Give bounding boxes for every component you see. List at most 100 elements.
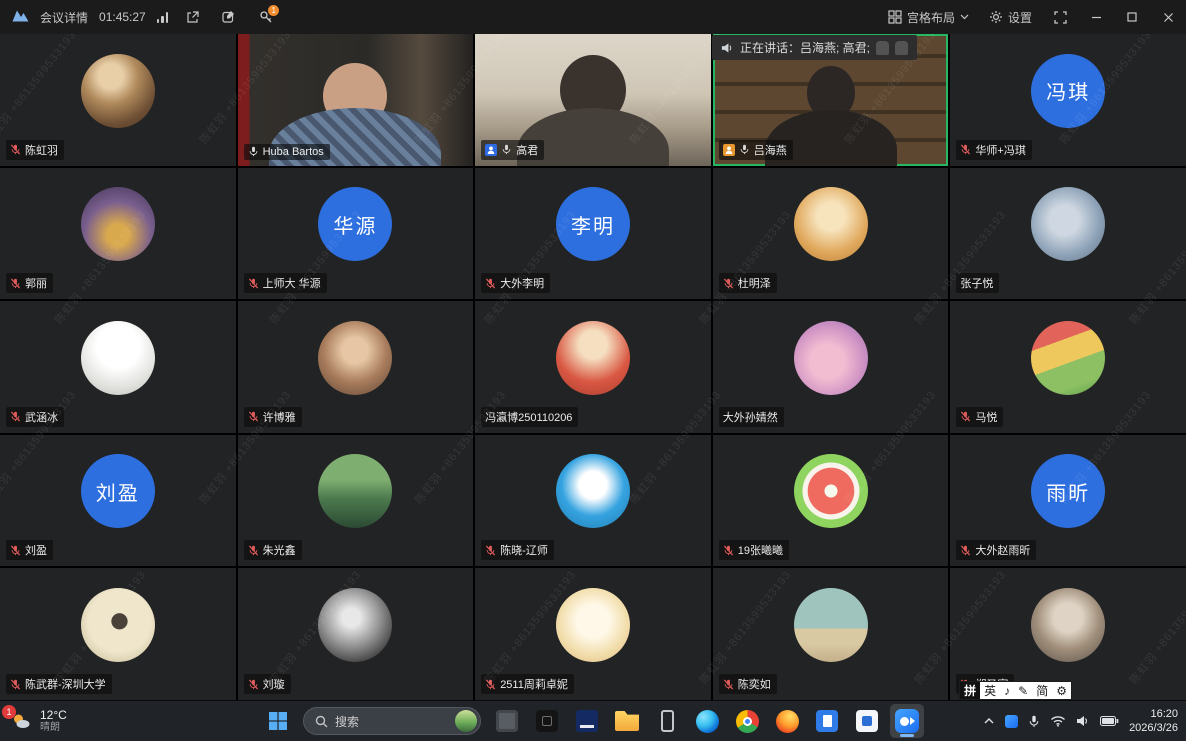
participant-tile[interactable]: 郭丽 xyxy=(0,168,236,300)
start-button[interactable] xyxy=(262,705,294,737)
windows-logo-icon xyxy=(268,711,288,731)
role-badge-icon xyxy=(723,144,735,156)
participant-tile[interactable]: 陈武群-深圳大学 xyxy=(0,568,236,700)
tray-meeting-icon[interactable] xyxy=(1005,715,1018,728)
meeting-details-button[interactable]: 会议详情 xyxy=(40,0,88,34)
participant-name: Huba Bartos xyxy=(263,146,324,158)
weather-widget[interactable]: 1 12°C 晴朗 xyxy=(10,708,67,734)
clock-date: 2026/3/26 xyxy=(1129,721,1178,735)
taskbar-app-notes-app[interactable] xyxy=(530,704,564,738)
security-key-icon[interactable]: 1 xyxy=(253,0,279,34)
participant-tile[interactable]: 2511周莉卓妮 xyxy=(475,568,711,700)
taskbar-app-phone-link[interactable] xyxy=(650,704,684,738)
settings-button[interactable]: 设置 xyxy=(979,0,1042,34)
mic-icon xyxy=(248,411,259,422)
participant-tile[interactable]: 雨昕大外赵雨昕 xyxy=(950,435,1186,567)
mic-icon xyxy=(485,545,496,556)
taskbar-search[interactable]: 搜索 xyxy=(303,707,481,735)
participant-name-label: 张子悦 xyxy=(956,273,999,293)
participant-name: 大外孙婧然 xyxy=(723,409,778,425)
participant-tile[interactable]: 马悦 xyxy=(950,301,1186,433)
taskbar-app-google-chrome[interactable] xyxy=(730,704,764,738)
participant-tile[interactable]: 陈奕如 xyxy=(713,568,949,700)
volume-icon[interactable] xyxy=(1076,715,1090,727)
ime-item[interactable]: ♪ xyxy=(1000,682,1014,699)
taskbar-app-microsoft-edge[interactable] xyxy=(690,704,724,738)
participant-name-label: 冯瀛博250110206 xyxy=(481,407,578,427)
clock-time: 16:20 xyxy=(1129,707,1178,721)
close-button[interactable] xyxy=(1150,0,1186,34)
taskbar-app-screenshot-tool[interactable] xyxy=(490,704,524,738)
mic-icon xyxy=(739,144,750,155)
maximize-icon xyxy=(1127,12,1137,22)
mic-icon xyxy=(10,144,21,155)
participant-tile[interactable]: 高君 xyxy=(475,34,711,166)
annotation-icon[interactable] xyxy=(216,0,242,34)
taskbar-app-docs-app[interactable] xyxy=(810,704,844,738)
participant-tile[interactable]: 刘璇 xyxy=(238,568,474,700)
layout-switch-button[interactable]: 宫格布局 xyxy=(878,0,979,34)
participant-tile[interactable]: 武涵冰 xyxy=(0,301,236,433)
mic-icon xyxy=(960,545,971,556)
windows-taskbar: 1 12°C 晴朗 搜索 xyxy=(0,700,1186,741)
tray-chevron-up-icon[interactable] xyxy=(983,717,995,725)
participant-tile[interactable]: 陈虹羽 xyxy=(0,34,236,166)
mic-icon xyxy=(10,411,21,422)
participant-tile[interactable]: 刘盈刘盈 xyxy=(0,435,236,567)
network-signal-icon[interactable] xyxy=(157,12,169,23)
participant-name-label: Huba Bartos xyxy=(244,144,330,160)
ime-item[interactable]: ⚙ xyxy=(1052,682,1071,699)
fullscreen-button[interactable] xyxy=(1042,0,1078,34)
participant-name-label: 华师+冯琪 xyxy=(956,140,1031,160)
maximize-button[interactable] xyxy=(1114,0,1150,34)
photo-avatar xyxy=(81,54,155,128)
role-badge-icon xyxy=(485,144,497,156)
participant-tile[interactable]: 李明大外李明 xyxy=(475,168,711,300)
minimize-button[interactable] xyxy=(1078,0,1114,34)
ime-toolbar[interactable]: 拼英♪✎简⚙ xyxy=(959,681,1072,700)
taskbar-app-tencent-meeting[interactable] xyxy=(890,704,924,738)
ime-item[interactable]: 简 xyxy=(1032,682,1052,699)
taskbar-app-file-explorer[interactable] xyxy=(610,704,644,738)
battery-icon[interactable] xyxy=(1100,716,1119,726)
participant-tile[interactable]: 大外孙婧然 xyxy=(713,301,949,433)
key-badge: 1 xyxy=(268,5,279,16)
participant-name: 许博雅 xyxy=(263,409,296,425)
participant-name: 郭丽 xyxy=(25,275,47,291)
participant-tile[interactable]: 张子悦 xyxy=(950,168,1186,300)
participant-name-label: 武涵冰 xyxy=(6,407,64,427)
initials-avatar: 刘盈 xyxy=(81,454,155,528)
tray-mic-icon[interactable] xyxy=(1028,715,1040,728)
participant-tile[interactable]: 19张曦曦 xyxy=(713,435,949,567)
participant-tile[interactable]: 华源上师大 华源 xyxy=(238,168,474,300)
taskbar-app-oxford-dictionary[interactable] xyxy=(570,704,604,738)
mic-icon xyxy=(248,278,259,289)
participant-name: 陈奕如 xyxy=(738,676,771,692)
participant-tile[interactable]: 冯瀛博250110206 xyxy=(475,301,711,433)
participant-tile[interactable]: 许博雅 xyxy=(238,301,474,433)
initials-avatar: 冯琪 xyxy=(1031,54,1105,128)
mic-icon xyxy=(10,278,21,289)
taskbar-clock[interactable]: 16:20 2026/3/26 xyxy=(1129,707,1178,736)
search-highlight-image[interactable] xyxy=(455,710,477,732)
ime-item[interactable]: 英 xyxy=(980,682,1000,699)
participant-name-label: 高君 xyxy=(481,140,544,160)
participant-tile[interactable]: 杜明泽 xyxy=(713,168,949,300)
participant-tile[interactable]: Huba Bartos xyxy=(238,34,474,166)
pop-out-icon[interactable] xyxy=(179,0,205,34)
ime-item[interactable]: 拼 xyxy=(960,682,980,699)
weather-condition: 晴朗 xyxy=(40,722,67,734)
participant-tile[interactable]: 朱光鑫 xyxy=(238,435,474,567)
mic-icon xyxy=(248,679,259,690)
initials-avatar: 华源 xyxy=(318,187,392,261)
photo-avatar xyxy=(318,454,392,528)
taskbar-app-firefox[interactable] xyxy=(770,704,804,738)
wifi-icon[interactable] xyxy=(1050,715,1066,727)
ime-item[interactable]: ✎ xyxy=(1014,682,1032,699)
participant-name: 刘盈 xyxy=(25,542,47,558)
participant-name: 刘璇 xyxy=(263,676,285,692)
participant-name-label: 大外赵雨昕 xyxy=(956,540,1036,560)
participant-tile[interactable]: 陈晓-辽师 xyxy=(475,435,711,567)
taskbar-app-office-app[interactable] xyxy=(850,704,884,738)
participant-tile[interactable]: 冯琪华师+冯琪 xyxy=(950,34,1186,166)
